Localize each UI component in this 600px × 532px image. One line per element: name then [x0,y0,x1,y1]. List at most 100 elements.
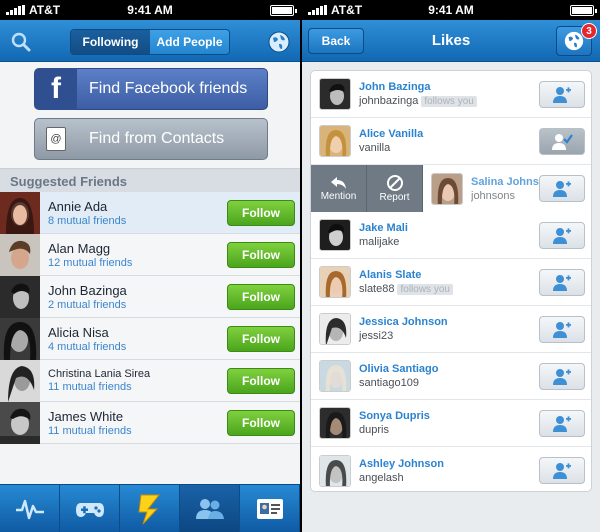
following-check-button[interactable] [539,128,585,155]
avatar [0,401,40,444]
list-item-swiped[interactable]: Mention Report Salina Johnsons johnsons [311,165,591,212]
tab-add-people[interactable]: Add People [150,30,229,54]
follow-button[interactable]: Follow [227,284,295,310]
avatar [319,78,351,110]
list-item[interactable]: Ashley Johnson angelash [311,447,591,491]
gamepad-icon [75,502,104,517]
list-item[interactable]: Olivia Santiago santiago109 [311,353,591,400]
find-facebook-friends-button[interactable]: f Find Facebook friends [34,68,268,110]
status-bar: AT&T 9:41 AM [302,0,600,20]
follows-you-badge: follows you [397,283,453,295]
carrier-label: AT&T [331,3,363,17]
list-item[interactable]: John Bazinga 2 mutual friends Follow [0,275,300,318]
avatar [0,191,40,234]
add-user-icon [553,368,571,385]
report-button[interactable]: Report [367,165,423,212]
list-item[interactable]: Annie Ada 8 mutual friends Follow [0,191,300,234]
section-header: Suggested Friends [0,168,300,192]
add-user-icon [553,180,571,197]
notification-badge: 3 [581,23,597,39]
avatar [0,317,40,360]
facebook-logo: f [51,72,61,105]
user-handle: angelash [359,471,404,484]
avatar [319,313,351,345]
contact-card-icon [256,498,283,519]
add-friend-button[interactable] [539,269,585,296]
facebook-icon: f [35,68,77,110]
reply-icon [330,177,346,189]
mention-label: Mention [320,191,357,202]
tab-activity[interactable] [0,485,60,532]
tab-zap[interactable] [120,485,180,532]
suggested-friends-list: Annie Ada 8 mutual friends Follow Alan Ma… [0,191,300,444]
list-item[interactable]: John Bazinga johnbazinga follows you [311,71,591,118]
report-label: Report [379,192,410,203]
add-user-icon [553,274,571,291]
user-handle: johnbazinga [359,95,419,107]
search-icon [11,32,31,52]
avatar [0,233,40,276]
avatar [319,219,351,251]
contacts-icon: @ [35,118,77,160]
tab-games[interactable] [60,485,120,532]
add-user-icon [553,462,571,479]
add-user-icon [553,415,571,432]
carrier-label: AT&T [29,3,61,17]
search-button[interactable] [6,27,36,57]
block-icon [386,175,403,191]
contacts-card: @ [46,127,66,151]
user-handle: vanilla [359,142,391,154]
avatar [319,266,351,298]
tab-people[interactable] [180,485,240,532]
follow-button[interactable]: Follow [227,242,295,268]
carrier: AT&T [6,3,60,17]
mention-button[interactable]: Mention [311,165,367,212]
follow-button[interactable]: Follow [227,368,295,394]
add-friend-button[interactable] [539,457,585,484]
follow-button[interactable]: Follow [227,326,295,352]
swipe-actions: Mention Report [311,165,423,212]
add-friend-button[interactable] [539,222,585,249]
facebook-button-label: Find Facebook friends [89,80,248,97]
add-friend-button[interactable] [539,363,585,390]
likes-list: John Bazinga johnbazinga follows you Alic… [310,70,592,492]
add-friend-button[interactable] [539,81,585,108]
list-item[interactable]: Alan Magg 12 mutual friends Follow [0,233,300,276]
user-handle: malijake [359,236,400,248]
user-handle: johnsons [471,189,516,202]
add-friend-button[interactable] [539,316,585,343]
signal-icon [308,5,327,15]
list-item[interactable]: Jessica Johnson jessi23 [311,306,591,353]
follows-you-badge: follows you [421,95,477,107]
globe-button[interactable] [264,27,294,57]
avatar [0,275,40,318]
activity-icon [15,499,44,519]
avatar [0,359,40,402]
likes-screen: AT&T 9:41 AM Back Likes 3 John Bazinga j… [302,0,600,532]
add-friend-button[interactable] [539,175,585,202]
list-item[interactable]: Alanis Slate slate88 follows you [311,259,591,306]
battery-icon [270,4,297,16]
list-item[interactable]: James White 11 mutual friends Follow [0,401,300,444]
follow-button[interactable]: Follow [227,410,295,436]
follow-button[interactable]: Follow [227,200,295,226]
list-item[interactable]: Alicia Nisa 4 mutual friends Follow [0,317,300,360]
avatar [319,454,351,487]
notifications-button[interactable]: 3 [556,23,597,56]
add-friend-button[interactable] [539,410,585,437]
find-from-contacts-button[interactable]: @ Find from Contacts [34,118,268,160]
user-handle: jessi23 [359,330,394,342]
battery-icon [570,4,597,16]
avatar [319,125,351,157]
list-item[interactable]: Sonya Dupris dupris [311,400,591,447]
avatar [431,172,463,205]
list-item[interactable]: Jake Mali malijake [311,212,591,259]
globe-icon [268,31,290,53]
list-item[interactable]: Christina Lania Sirea 11 mutual friends F… [0,359,300,402]
user-handle: dupris [359,424,389,436]
tab-following[interactable]: Following [71,30,150,54]
carrier: AT&T [308,3,362,17]
avatar [319,360,351,392]
tab-contacts[interactable] [240,485,300,532]
list-item[interactable]: Alice Vanilla vanilla [311,118,591,165]
